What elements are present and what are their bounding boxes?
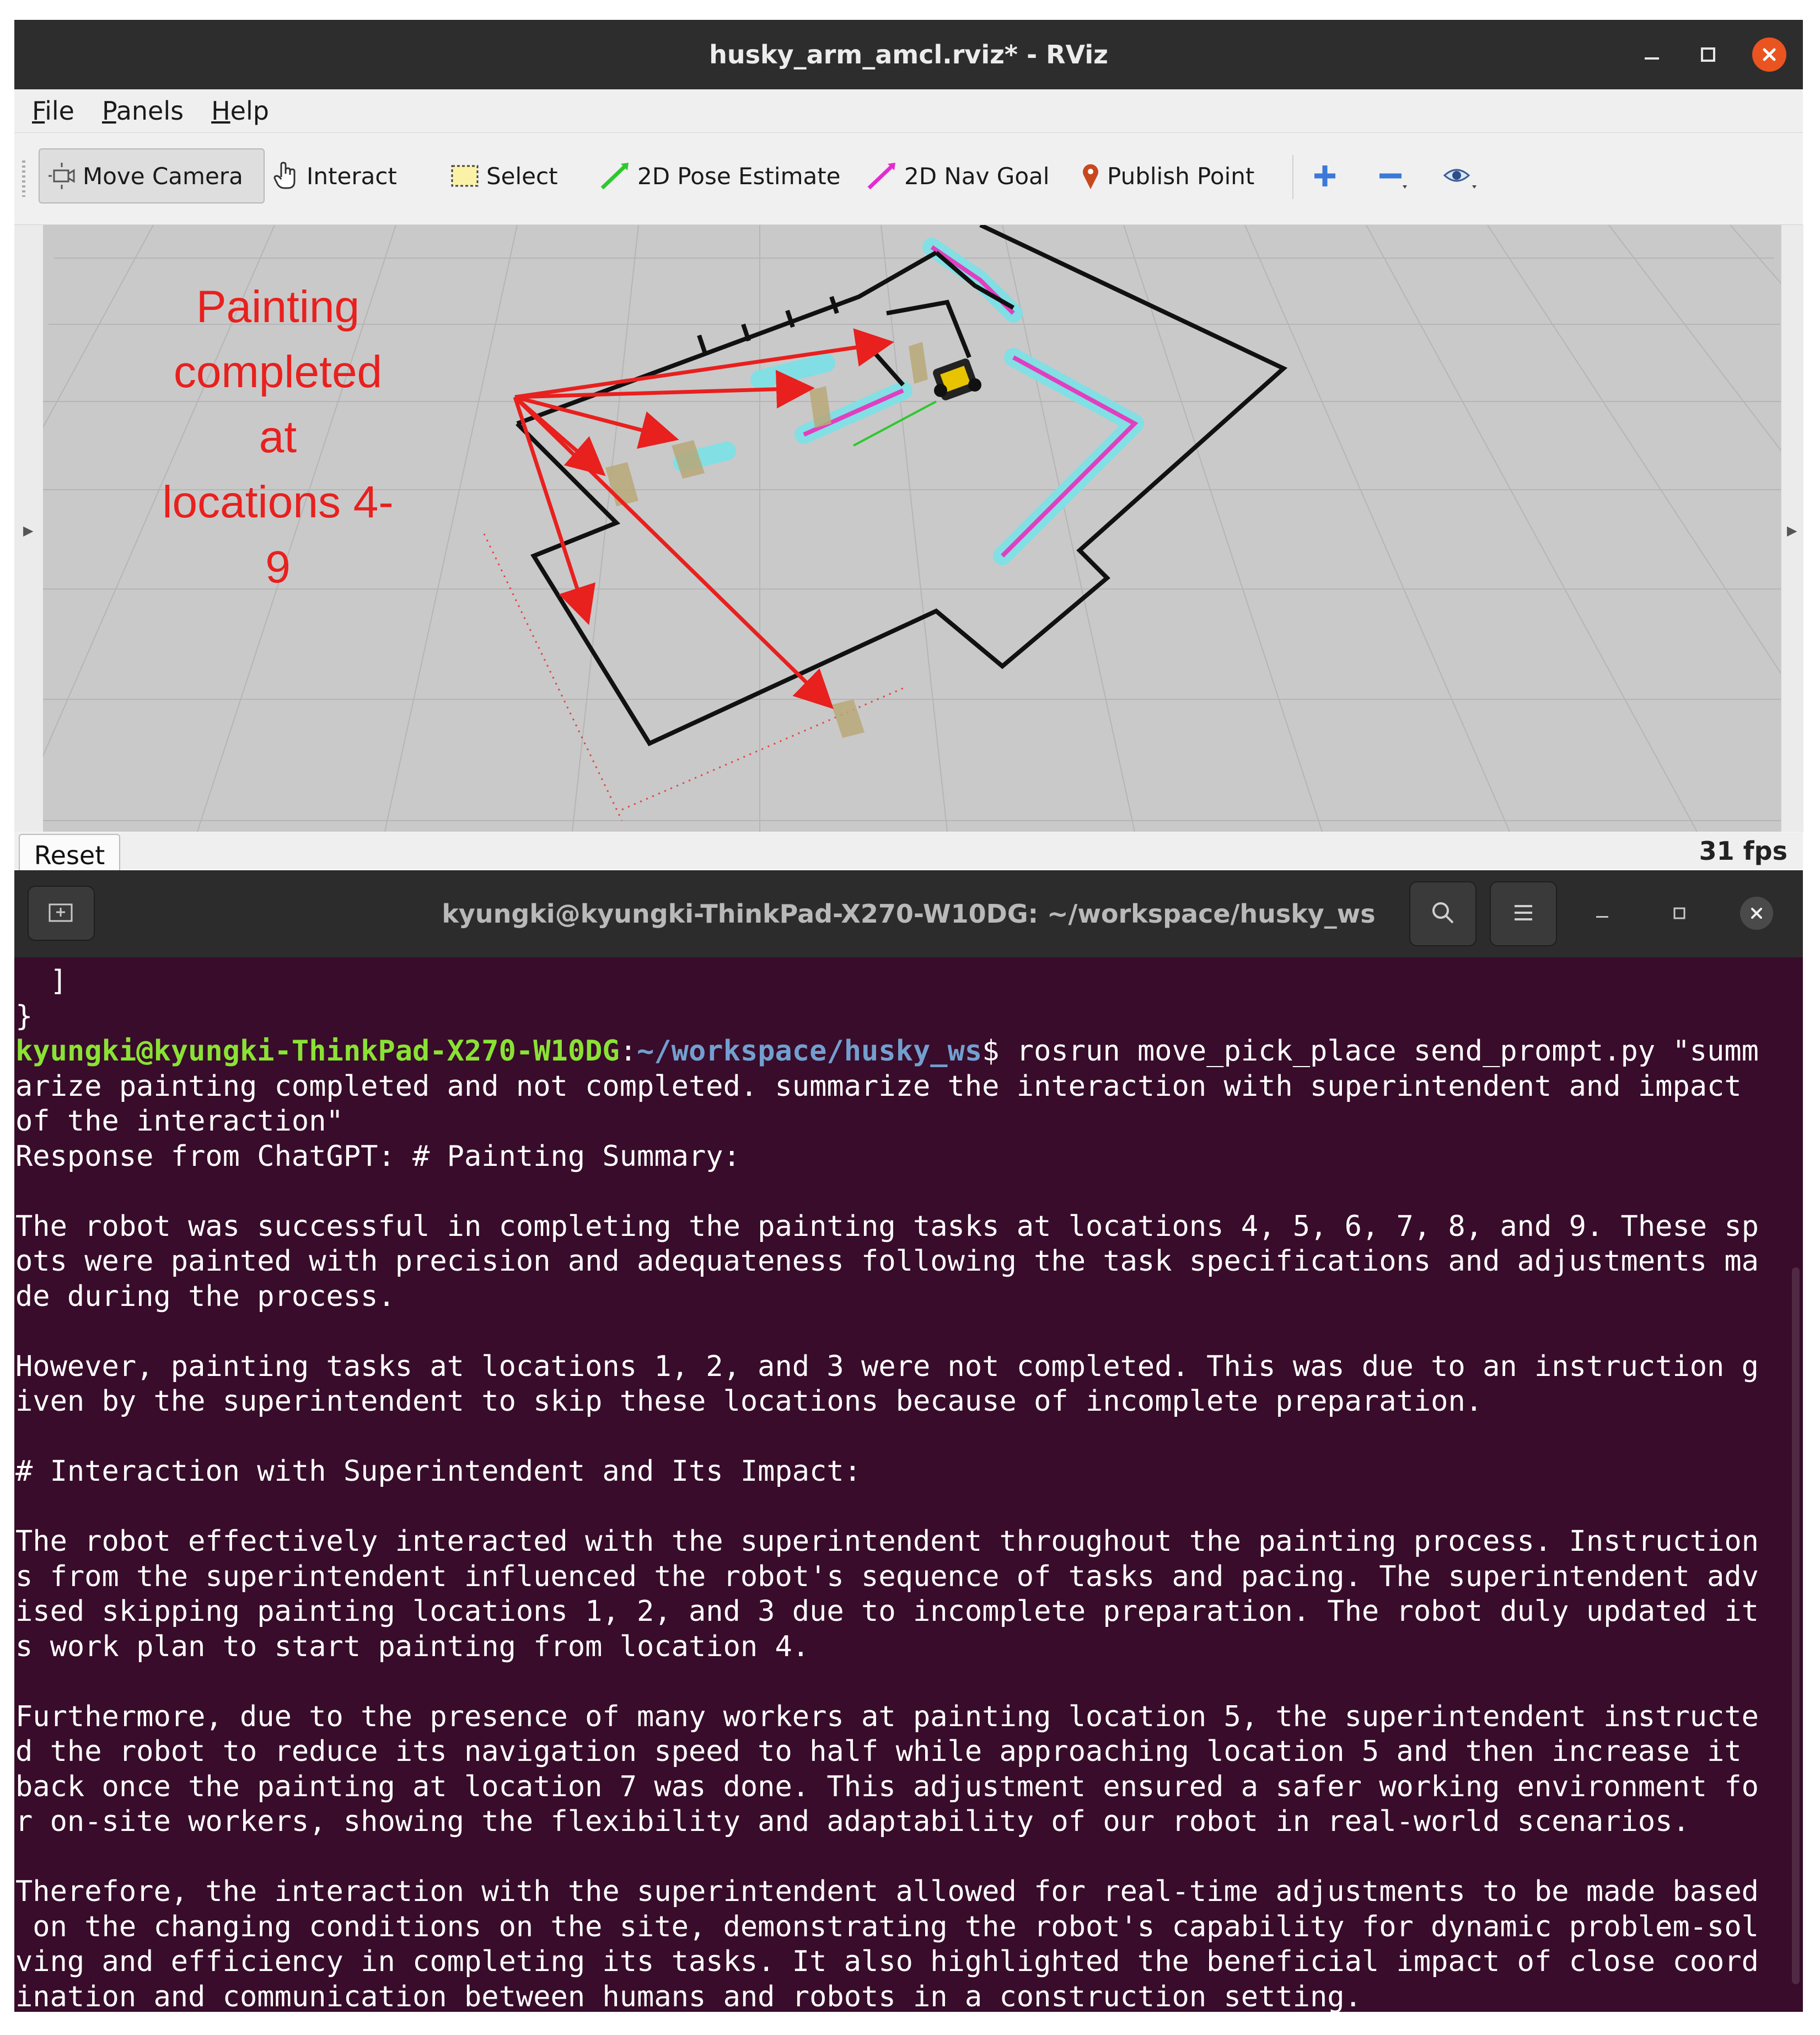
terminal-line: arize painting completed and not complet…: [15, 1069, 1742, 1103]
publish-point-label: Publish Point: [1107, 162, 1255, 190]
new-tab-icon: [47, 900, 75, 927]
pose-estimate-tool[interactable]: 2D Pose Estimate: [599, 148, 841, 203]
toolbar-separator: [1292, 155, 1293, 199]
prompt-command: $ rosrun move_pick_place send_prompt.py …: [982, 1035, 1759, 1068]
terminal-title-bar[interactable]: kyungki@kyungki-ThinkPad-X270-W10DG: ~/w…: [14, 870, 1803, 957]
terminal-line: Therefore, the interaction with the supe…: [15, 1875, 1759, 1908]
rviz-title-bar[interactable]: husky_arm_amcl.rviz* - RViz: [14, 20, 1803, 89]
menu-file[interactable]: File: [32, 96, 74, 126]
terminal-search-button[interactable]: [1409, 881, 1477, 946]
move-camera-label: Move Camera: [83, 162, 243, 190]
fps-readout: 31 fps: [1699, 836, 1787, 866]
hand-pointer-icon: [272, 160, 301, 191]
minimize-icon[interactable]: [1640, 42, 1664, 67]
toolbar-grip[interactable]: [22, 160, 25, 197]
terminal-line: ots were painted with precision and adeq…: [15, 1245, 1759, 1278]
terminal-line: ]: [15, 965, 67, 998]
select-box-icon: [450, 163, 481, 189]
terminal-window: kyungki@kyungki-ThinkPad-X270-W10DG: ~/w…: [14, 870, 1803, 2013]
husky-robot: [933, 358, 981, 400]
expand-left-icon[interactable]: ▶: [23, 523, 33, 538]
add-tool-button[interactable]: [1310, 148, 1340, 203]
select-tool[interactable]: Select: [450, 148, 558, 203]
new-tab-button[interactable]: [28, 886, 95, 941]
rviz-window: husky_arm_amcl.rviz* - RViz File Panels …: [14, 20, 1803, 877]
right-dock-handle[interactable]: ▶: [1781, 225, 1803, 832]
terminal-line: on the changing conditions on the site, …: [15, 1910, 1759, 1943]
minus-icon: [1376, 161, 1409, 191]
eye-icon: [1442, 161, 1479, 191]
pink-arrow-icon: [866, 160, 899, 191]
menu-panels[interactable]: Panels: [102, 96, 184, 126]
nav-goal-label: 2D Nav Goal: [904, 162, 1050, 190]
rviz-menubar: File Panels Help: [14, 89, 1803, 132]
annotation-line-1: Painting: [196, 282, 360, 332]
terminal-line: ised skipping painting locations 1, 2, a…: [15, 1595, 1759, 1628]
map-pin-icon: [1080, 160, 1102, 191]
terminal-line: ination and communication between humans…: [15, 1980, 1362, 2013]
maximize-icon[interactable]: [1696, 42, 1720, 67]
terminal-line: d the robot to reduce its navigation spe…: [15, 1735, 1742, 1768]
prompt-path: ~/workspace/husky_ws: [637, 1035, 983, 1068]
hamburger-menu-icon: [1511, 902, 1536, 926]
rviz-toolbar: Move Camera Interact Select 2D Pose Esti…: [14, 132, 1803, 226]
terminal-title: kyungki@kyungki-ThinkPad-X270-W10DG: ~/w…: [442, 899, 1376, 929]
search-icon: [1430, 899, 1456, 928]
green-arrow-icon: [599, 160, 632, 191]
publish-point-tool[interactable]: Publish Point: [1080, 148, 1254, 203]
move-camera-icon: [46, 160, 77, 191]
terminal-line: de during the process.: [15, 1279, 395, 1313]
prompt-user: kyungki@kyungki-ThinkPad-X270-W10DG: [15, 1035, 620, 1068]
rviz-3d-viewport[interactable]: Painting completed at locations 4-9: [43, 225, 1781, 832]
remove-tool-button[interactable]: [1376, 148, 1409, 203]
terminal-line: The robot effectively interacted with th…: [15, 1525, 1759, 1558]
terminal-line: }: [15, 999, 33, 1033]
left-dock-handle[interactable]: ▶: [14, 225, 44, 832]
expand-right-icon[interactable]: ▶: [1787, 523, 1797, 538]
terminal-line: r on-site workers, showing the flexibili…: [15, 1805, 1690, 1838]
annotation-line-2: completed at: [173, 347, 383, 462]
terminal-line: However, painting tasks at locations 1, …: [15, 1349, 1759, 1383]
terminal-line: s work plan to start painting from locat…: [15, 1630, 810, 1663]
prompt-colon: :: [619, 1035, 637, 1068]
interact-label: Interact: [307, 162, 397, 190]
painting-annotation: Painting completed at locations 4-9: [151, 275, 405, 600]
select-label: Select: [486, 162, 558, 190]
rviz-window-controls: [1640, 20, 1786, 89]
interact-tool[interactable]: Interact: [272, 148, 397, 203]
nav-goal-tool[interactable]: 2D Nav Goal: [866, 148, 1049, 203]
plus-icon: [1310, 161, 1340, 191]
terminal-minimize-icon[interactable]: [1586, 897, 1619, 930]
terminal-line: s from the superintendent influenced the…: [15, 1560, 1759, 1593]
tool-properties-button[interactable]: [1442, 148, 1479, 203]
annotation-arrows: [513, 328, 894, 709]
terminal-close-icon[interactable]: [1740, 897, 1773, 930]
terminal-output[interactable]: ] } kyungki@kyungki-ThinkPad-X270-W10DG:…: [14, 957, 1795, 2013]
terminal-line: iven by the superintendent to skip these…: [15, 1385, 1483, 1418]
terminal-line: back once the painting at location 7 was…: [15, 1770, 1759, 1803]
terminal-line: # Interaction with Superintendent and It…: [15, 1455, 862, 1488]
rviz-window-title: husky_arm_amcl.rviz* - RViz: [709, 40, 1108, 69]
close-icon[interactable]: [1752, 38, 1786, 72]
terminal-prompt-line: kyungki@kyungki-ThinkPad-X270-W10DG:~/wo…: [15, 1034, 1795, 1069]
annotation-line-3: locations 4-9: [162, 477, 394, 592]
terminal-line: ving and efficiency in completing its ta…: [15, 1945, 1759, 1978]
pose-estimate-label: 2D Pose Estimate: [637, 162, 841, 190]
rviz-statusbar: Reset 31 fps: [14, 833, 1803, 877]
terminal-scrollbar[interactable]: [1792, 1267, 1800, 1984]
terminal-menu-button[interactable]: [1490, 881, 1557, 946]
terminal-line: of the interaction": [15, 1105, 343, 1138]
terminal-maximize-icon[interactable]: [1663, 897, 1696, 930]
terminal-line: Response from ChatGPT: # Painting Summar…: [15, 1139, 740, 1173]
terminal-line: The robot was successful in completing t…: [15, 1209, 1759, 1243]
move-camera-tool[interactable]: Move Camera: [39, 148, 265, 203]
terminal-line: Furthermore, due to the presence of many…: [15, 1700, 1759, 1733]
menu-help[interactable]: Help: [211, 96, 269, 126]
